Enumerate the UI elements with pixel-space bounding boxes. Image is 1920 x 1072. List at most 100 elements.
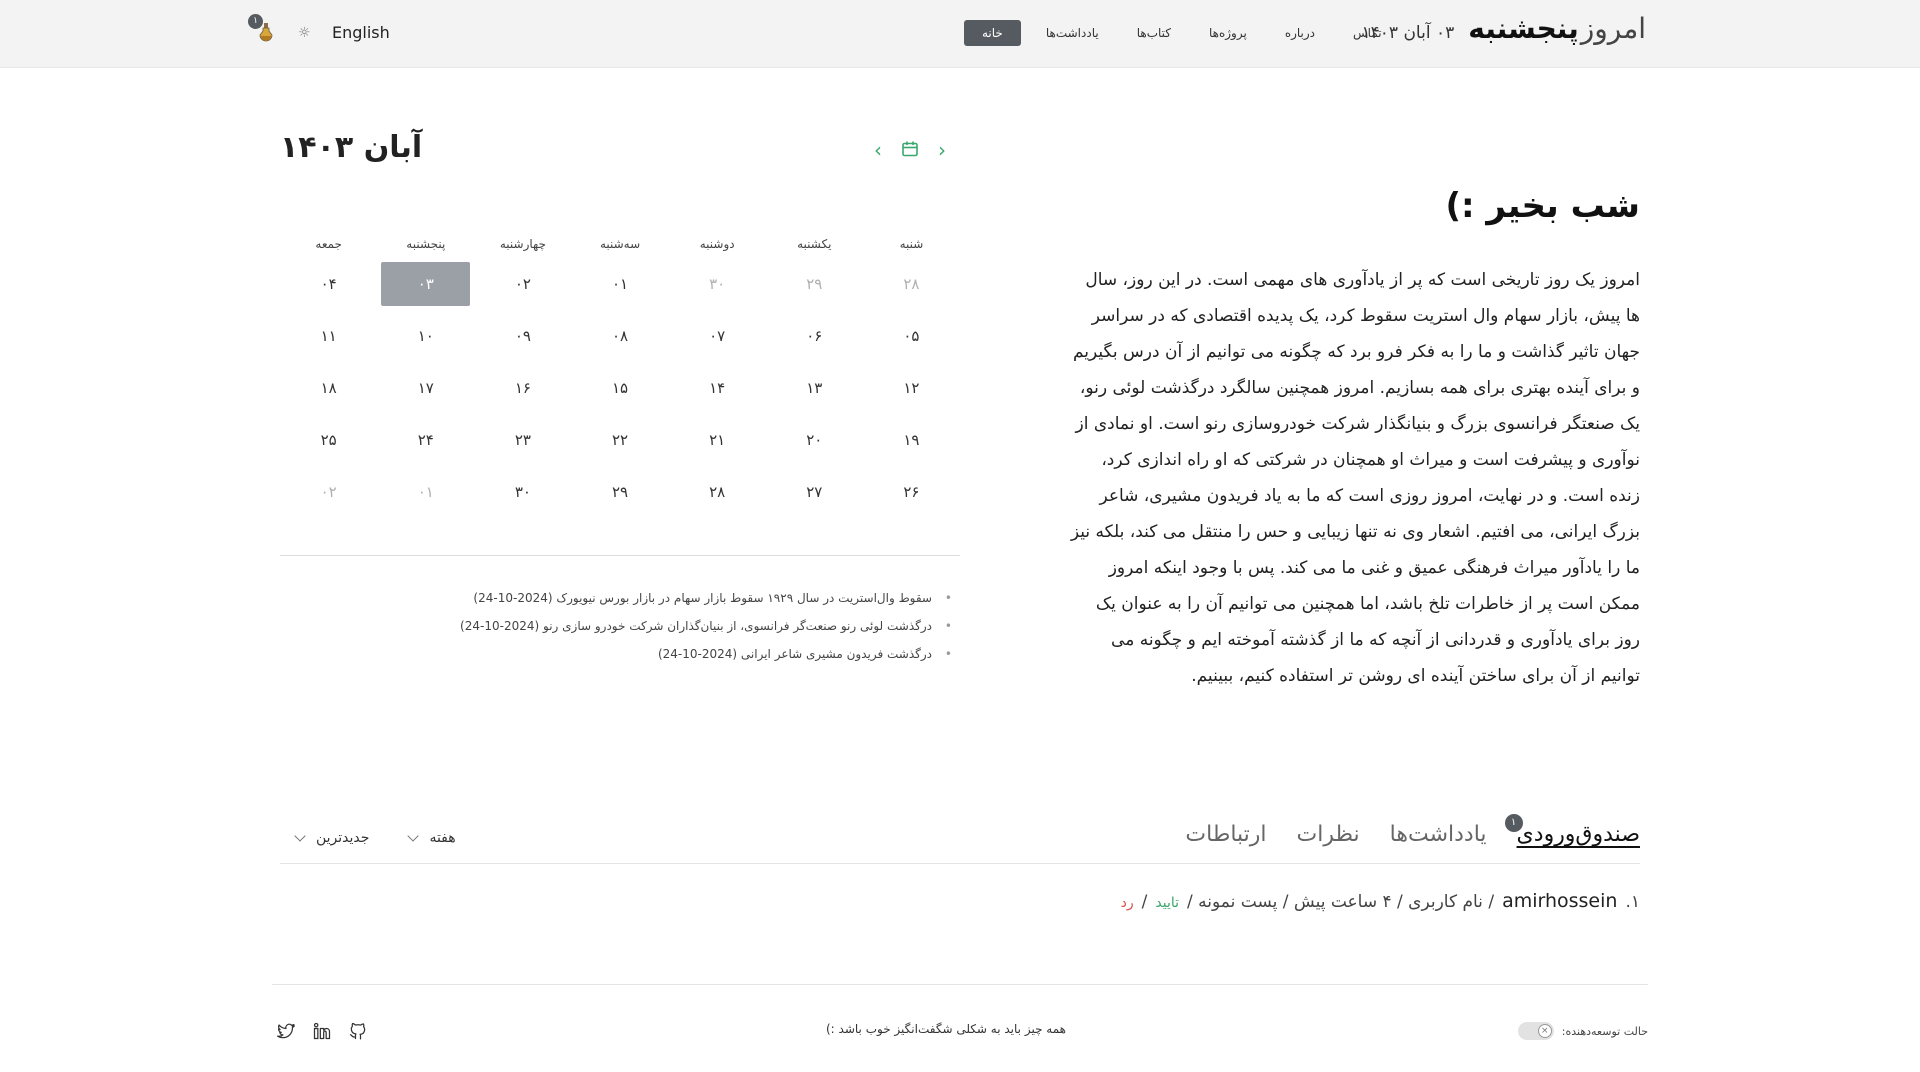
weekday-label: دوشنبه [699, 237, 735, 251]
brand-prefix: امروز [1580, 12, 1646, 45]
github-icon[interactable] [348, 1021, 368, 1041]
calendar-day[interactable]: ۳۰ [669, 275, 766, 293]
calendar-day[interactable]: ۰۵ [863, 327, 960, 345]
close-icon: × [1537, 1024, 1552, 1038]
inbox-user[interactable]: amirhossein [1502, 890, 1617, 912]
period-dropdown[interactable]: هفته [407, 830, 456, 846]
calendar-day[interactable]: ۳۰ [474, 483, 571, 501]
inbox-filters: جدیدترین هفته [294, 830, 456, 846]
brand[interactable]: امروز پنجشنبه ۰۳ آبان ۱۴۰۳ [1362, 12, 1646, 45]
chevron-right-icon[interactable]: › [932, 140, 952, 160]
calendar-day[interactable]: ۰۷ [669, 327, 766, 345]
nav-books[interactable]: کتاب‌ها [1118, 20, 1190, 46]
sort-label: جدیدترین [316, 830, 370, 846]
calendar-today-icon[interactable] [900, 140, 920, 160]
inbox-separator: / [1141, 892, 1148, 912]
calendar-day[interactable]: ۱۳ [766, 379, 863, 397]
dev-mode-label: حالت توسعه‌دهنده: [1561, 1024, 1648, 1038]
calendar-day[interactable]: ۱۶ [474, 379, 571, 397]
twitter-icon[interactable] [276, 1021, 296, 1041]
footer-divider [272, 984, 1648, 985]
calendar-day[interactable]: ۰۱ [572, 275, 669, 293]
calendar-title: آبان ۱۴۰۳ [280, 130, 423, 165]
dev-mode-toggle[interactable]: × [1517, 1022, 1554, 1040]
calendar-day[interactable]: ۱۱ [280, 327, 377, 345]
theme-sun-icon[interactable]: ☼ [298, 25, 311, 41]
approve-button[interactable]: تایید [1155, 895, 1179, 911]
calendar-day[interactable]: ۱۹ [863, 431, 960, 449]
linkedin-icon[interactable] [312, 1021, 332, 1041]
nav-home[interactable]: خانه [964, 20, 1021, 46]
calendar-day[interactable]: ۱۰ [377, 327, 474, 345]
weekday-label: شنبه [899, 237, 924, 251]
tab-inbox-label: صندوق‌ورودی [1516, 822, 1640, 847]
calendar-day[interactable]: ۲۹ [572, 483, 669, 501]
event-item: درگذشت لوئی رنو صنعت‌گر فرانسوی، از بنیا… [280, 616, 960, 644]
calendar-day[interactable]: ۱۲ [863, 379, 960, 397]
calendar-day[interactable]: ۰۲ [280, 483, 377, 501]
calendar-day[interactable]: ۰۸ [572, 327, 669, 345]
calendar-weekdays: شنبه یکشنبه دوشنبه سه‌شنبه چهارشنبه پنجشنبه جم… [280, 230, 960, 258]
calendar-week: ۰۵ ۰۶ ۰۷ ۰۸ ۰۹ ۱۰ ۱۱ [280, 310, 960, 362]
calendar-day[interactable]: ۲۳ [474, 431, 571, 449]
period-label: هفته [429, 830, 456, 846]
event-item: درگذشت فریدون مشیری شاعر ایرانی (2024-10… [280, 644, 960, 672]
brand-day: پنجشنبه [1468, 12, 1579, 45]
weekday-label: یکشنبه [797, 237, 832, 251]
calendar-day[interactable]: ۲۲ [572, 431, 669, 449]
tab-inbox[interactable]: صندوق‌ورودی ۱ [1504, 814, 1640, 847]
reject-button[interactable]: رد [1121, 895, 1134, 911]
calendar-day[interactable]: ۰۴ [280, 275, 377, 293]
calendar-day[interactable]: ۲۱ [669, 431, 766, 449]
calendar-day[interactable]: ۲۹ [766, 275, 863, 293]
calendar-day[interactable]: ۱۸ [280, 379, 377, 397]
top-navbar: امروز پنجشنبه ۰۳ آبان ۱۴۰۳ خانه یادداشت‌… [0, 0, 1920, 68]
calendar-day[interactable]: ۲۸ [863, 275, 960, 293]
calendar-grid: شنبه یکشنبه دوشنبه سه‌شنبه چهارشنبه پنجشنبه جم… [280, 230, 960, 518]
calendar-day[interactable]: ۰۲ [474, 275, 571, 293]
calendar-day[interactable]: ۲۴ [377, 431, 474, 449]
calendar-day[interactable]: ۲۸ [669, 483, 766, 501]
weekday-label: چهارشنبه [499, 237, 546, 251]
chevron-left-icon[interactable]: ‹ [868, 140, 888, 160]
chevron-down-icon [294, 830, 306, 842]
tab-notes[interactable]: یادداشت‌ها [1390, 822, 1487, 847]
tab-connections[interactable]: ارتباطات [1185, 822, 1266, 847]
calendar-day[interactable]: ۲۷ [766, 483, 863, 501]
calendar-day[interactable]: ۰۶ [766, 327, 863, 345]
potion-badge: ۱ [248, 14, 263, 29]
calendar-week: ۱۲ ۱۳ ۱۴ ۱۵ ۱۶ ۱۷ ۱۸ [280, 362, 960, 414]
calendar-divider [280, 555, 960, 556]
calendar-day[interactable]: ۲۶ [863, 483, 960, 501]
weekday-label: جمعه [315, 237, 342, 251]
calendar-day[interactable]: ۲۵ [280, 431, 377, 449]
sort-dropdown[interactable]: جدیدترین [294, 830, 370, 846]
tab-inbox-badge: ۱ [1504, 814, 1523, 832]
nav-about[interactable]: درباره [1266, 20, 1334, 46]
main-nav: خانه یادداشت‌ها کتاب‌ها پروژه‌ها درباره … [958, 20, 1401, 46]
nav-notes[interactable]: یادداشت‌ها [1027, 20, 1118, 46]
calendar-day[interactable]: ۱۷ [377, 379, 474, 397]
calendar-day[interactable]: ۱۵ [572, 379, 669, 397]
calendar-day[interactable]: ۲۰ [766, 431, 863, 449]
calendar-week: ۲۸ ۲۹ ۳۰ ۰۱ ۰۲ ۰۳ ۰۴ [280, 258, 960, 310]
inbox-index: ۱. [1625, 892, 1640, 912]
nav-contact[interactable]: تماس [1334, 20, 1401, 46]
calendar-day[interactable]: ۱۴ [669, 379, 766, 397]
content-tabs: صندوق‌ورودی ۱ یادداشت‌ها نظرات ارتباطات [1185, 814, 1640, 847]
calendar-day-today[interactable]: ۰۳ [381, 262, 471, 306]
dev-mode: حالت توسعه‌دهنده: × [1517, 1022, 1648, 1040]
footer-tagline: همه چیز باید به شکلی شگفت‌انگیز خوب باشد… [826, 1022, 1067, 1036]
calendar-days: ۲۸ ۲۹ ۳۰ ۰۱ ۰۲ ۰۳ ۰۴ ۰۵ ۰۶ ۰۷ ۰۸ ۰۹ ۱۰ ۱۱ ۱۲ ۱۳ ۱۴ ۱۵ ۱۶ ۱۷… [280, 258, 960, 518]
tabs-divider [280, 863, 1640, 864]
calendar-day[interactable]: ۰۹ [474, 327, 571, 345]
language-switch[interactable]: English [332, 23, 390, 42]
calendar-day[interactable]: ۰۱ [377, 483, 474, 501]
calendar-nav: ‹ › [868, 140, 952, 160]
nav-projects[interactable]: پروژه‌ها [1190, 20, 1266, 46]
event-item: سقوط وال‌استریت در سال ۱۹۲۹ سقوط بازار س… [280, 588, 960, 616]
greeting-title: شب بخیر :) [1445, 186, 1640, 226]
tab-comments[interactable]: نظرات [1297, 822, 1360, 847]
inbox-meta: / نام کاربری / ۴ ساعت پیش / پست نمونه / [1187, 892, 1495, 912]
inbox-item: ۱. amirhossein / نام کاربری / ۴ ساعت پیش… [1121, 890, 1640, 912]
